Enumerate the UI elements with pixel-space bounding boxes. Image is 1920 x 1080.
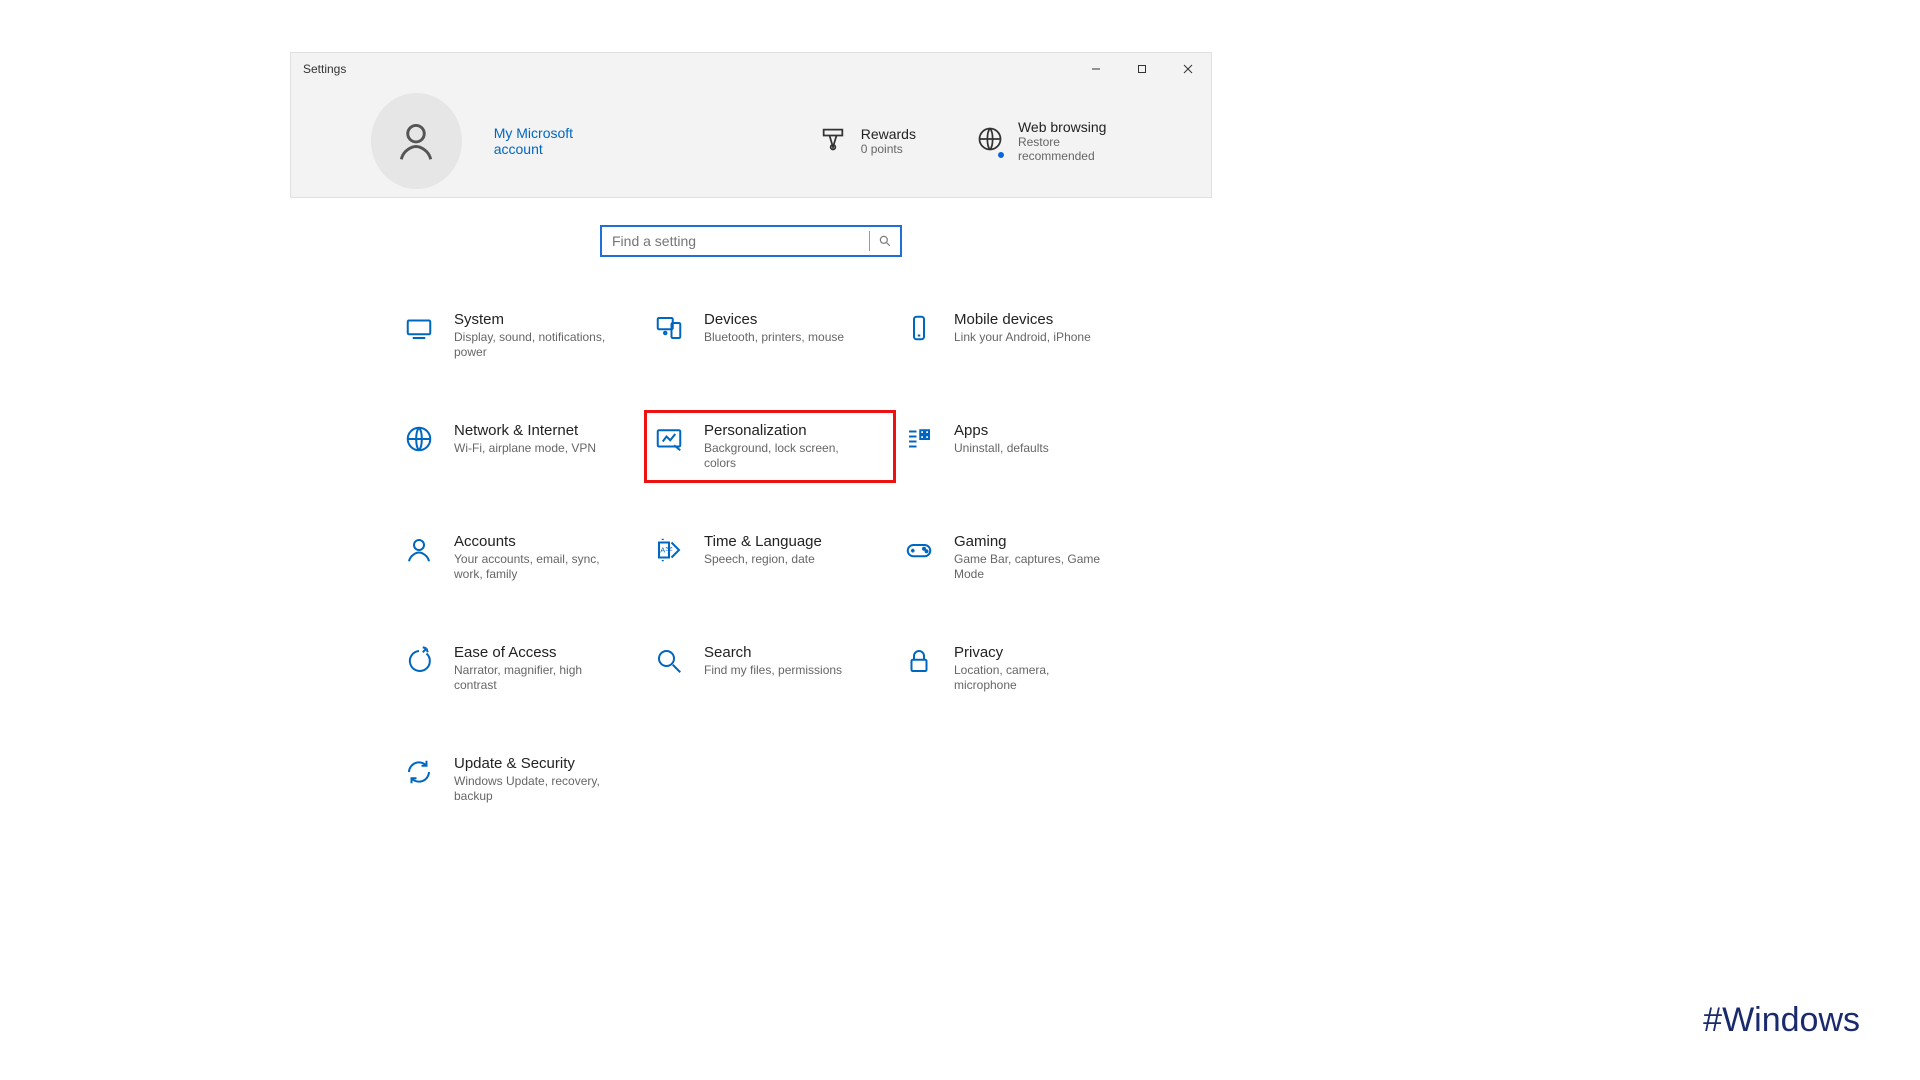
category-devices[interactable]: Devices Bluetooth, printers, mouse xyxy=(650,305,890,366)
user-avatar-icon[interactable] xyxy=(371,93,462,189)
search-icon xyxy=(652,644,686,678)
window-title: Settings xyxy=(301,62,346,76)
search-icon[interactable] xyxy=(870,234,900,248)
category-desc: Wi-Fi, airplane mode, VPN xyxy=(454,441,596,456)
accounts-icon xyxy=(402,533,436,567)
category-desc: Bluetooth, printers, mouse xyxy=(704,330,844,345)
hashtag-text: #Windows xyxy=(1703,1001,1860,1040)
update-icon xyxy=(402,755,436,789)
apps-icon xyxy=(902,422,936,456)
category-gaming[interactable]: Gaming Game Bar, captures, Game Mode xyxy=(900,527,1140,588)
personalization-icon xyxy=(652,422,686,456)
category-ease[interactable]: Ease of Access Narrator, magnifier, high … xyxy=(400,638,640,699)
header-area: My Microsoft account Rewards 0 points We… xyxy=(291,85,1211,197)
gaming-icon xyxy=(902,533,936,567)
privacy-icon xyxy=(902,644,936,678)
categories-grid: System Display, sound, notifications, pow… xyxy=(400,305,1140,810)
category-desc: Narrator, magnifier, high contrast xyxy=(454,663,614,693)
category-title: Ease of Access xyxy=(454,644,614,661)
category-title: Network & Internet xyxy=(454,422,596,439)
rewards-sub: 0 points xyxy=(861,142,916,156)
category-desc: Background, lock screen, colors xyxy=(704,441,864,471)
category-title: Time & Language xyxy=(704,533,822,550)
category-title: System xyxy=(454,311,614,328)
rewards-icon xyxy=(819,125,847,158)
system-icon xyxy=(402,311,436,345)
category-accounts[interactable]: Accounts Your accounts, email, sync, work… xyxy=(400,527,640,588)
category-desc: Display, sound, notifications, power xyxy=(454,330,614,360)
category-update[interactable]: Update & Security Windows Update, recover… xyxy=(400,749,640,810)
maximize-button[interactable] xyxy=(1119,53,1165,85)
category-desc: Find my files, permissions xyxy=(704,663,842,678)
category-title: Apps xyxy=(954,422,1049,439)
account-link[interactable]: My Microsoft account xyxy=(494,125,619,157)
category-desc: Game Bar, captures, Game Mode xyxy=(954,552,1114,582)
rewards-title: Rewards xyxy=(861,126,916,142)
category-search[interactable]: Search Find my files, permissions xyxy=(650,638,890,699)
category-title: Search xyxy=(704,644,842,661)
mobile-icon xyxy=(902,311,936,345)
category-desc: Windows Update, recovery, backup xyxy=(454,774,614,804)
category-title: Personalization xyxy=(704,422,864,439)
devices-icon xyxy=(652,311,686,345)
settings-window: Settings My Microsoft account Rewards 0 … xyxy=(290,52,1212,198)
globe-icon xyxy=(976,125,1004,158)
titlebar: Settings xyxy=(291,53,1211,85)
category-title: Mobile devices xyxy=(954,311,1091,328)
category-desc: Your accounts, email, sync, work, family xyxy=(454,552,614,582)
category-desc: Speech, region, date xyxy=(704,552,822,567)
category-apps[interactable]: Apps Uninstall, defaults xyxy=(900,416,1140,477)
network-icon xyxy=(402,422,436,456)
svg-text:A字: A字 xyxy=(660,545,673,555)
category-personalization[interactable]: Personalization Background, lock screen, … xyxy=(650,416,890,477)
category-title: Devices xyxy=(704,311,844,328)
category-title: Accounts xyxy=(454,533,614,550)
web-sub: Restore recommended xyxy=(1018,135,1131,163)
category-title: Update & Security xyxy=(454,755,614,772)
category-mobile[interactable]: Mobile devices Link your Android, iPhone xyxy=(900,305,1140,366)
web-browsing-tile[interactable]: Web browsing Restore recommended xyxy=(976,119,1131,163)
category-time[interactable]: A字 Time & Language Speech, region, date xyxy=(650,527,890,588)
category-desc: Link your Android, iPhone xyxy=(954,330,1091,345)
category-privacy[interactable]: Privacy Location, camera, microphone xyxy=(900,638,1140,699)
search-box[interactable] xyxy=(600,225,902,257)
search-input[interactable] xyxy=(602,233,869,249)
web-title: Web browsing xyxy=(1018,119,1131,135)
close-button[interactable] xyxy=(1165,53,1211,85)
window-controls xyxy=(1073,53,1211,85)
rewards-tile[interactable]: Rewards 0 points xyxy=(819,125,916,158)
time-icon: A字 xyxy=(652,533,686,567)
category-system[interactable]: System Display, sound, notifications, pow… xyxy=(400,305,640,366)
category-title: Gaming xyxy=(954,533,1114,550)
category-network[interactable]: Network & Internet Wi-Fi, airplane mode, … xyxy=(400,416,640,477)
category-title: Privacy xyxy=(954,644,1114,661)
ease-icon xyxy=(402,644,436,678)
category-desc: Uninstall, defaults xyxy=(954,441,1049,456)
minimize-button[interactable] xyxy=(1073,53,1119,85)
category-desc: Location, camera, microphone xyxy=(954,663,1114,693)
